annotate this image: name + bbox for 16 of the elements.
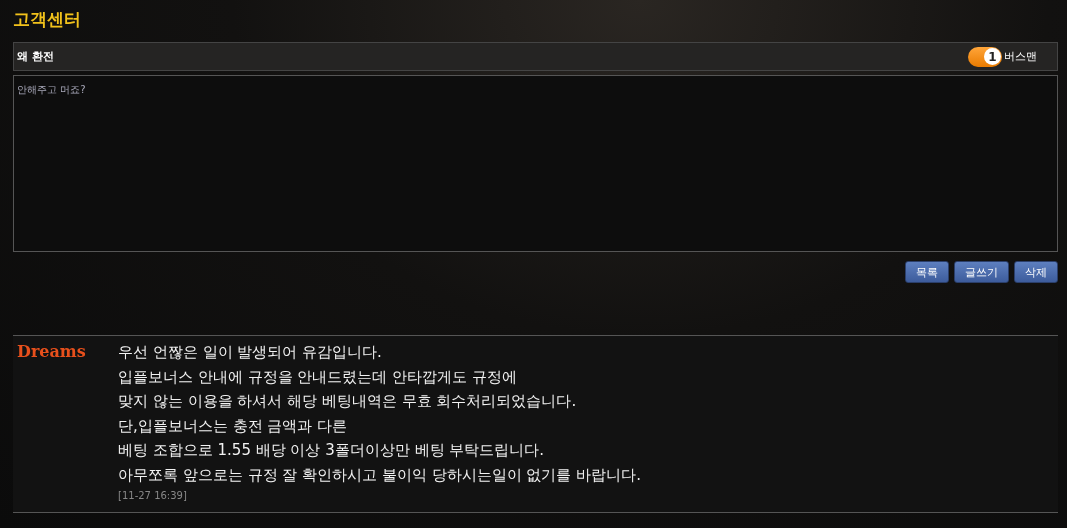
reply-time: [11-27 16:39] — [118, 490, 187, 501]
reply-line: 우선 언짢은 일이 발생되어 유감입니다. — [118, 342, 382, 363]
post-body: 안해주고 머죠? — [13, 75, 1058, 252]
reply-line: 입플보너스 안내에 규정을 안내드렸는데 안타깝게도 규정에 — [118, 366, 517, 388]
reply-line: 아무쪼록 앞으로는 규정 잘 확인하시고 불이익 당하시는일이 없기를 바랍니다. — [118, 464, 641, 486]
page-title: 고객센터 — [13, 8, 81, 31]
reply-line: 단,입플보너스는 충전 금액과 다른 — [118, 415, 348, 437]
author-name: 버스맨 — [1004, 49, 1037, 64]
action-button[interactable]: 삭제 — [1014, 261, 1058, 283]
reply-line: 베팅 조합으로 1.55 배당 이상 3폴더이상만 베팅 부탁드립니다. — [118, 440, 545, 461]
post-title: 왜 환전 — [17, 49, 54, 64]
reply-line: 맞지 않는 이용을 하셔서 해당 베팅내역은 무효 회수처리되었습니다. — [118, 391, 577, 412]
action-button[interactable]: 목록 — [905, 261, 949, 283]
action-button[interactable]: 글쓰기 — [954, 261, 1009, 283]
logo: Dreams — [17, 342, 86, 361]
level-badge: 1 — [968, 46, 1002, 67]
